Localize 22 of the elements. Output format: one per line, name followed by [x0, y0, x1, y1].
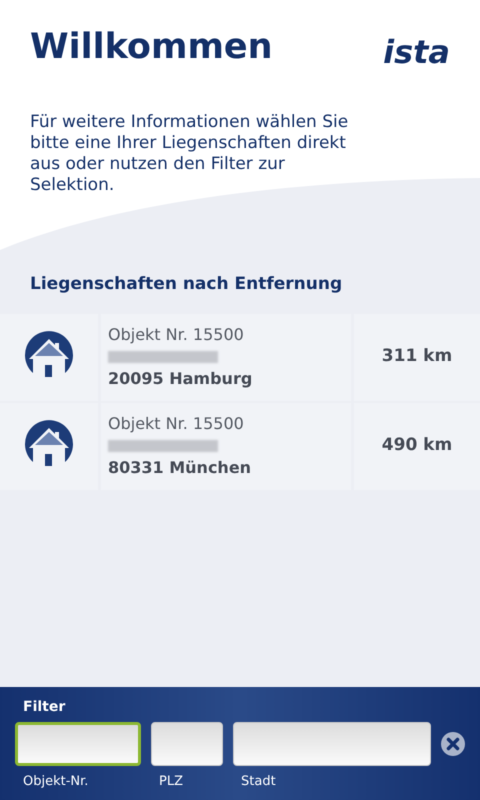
clear-icon[interactable]	[441, 732, 465, 756]
input-field[interactable]	[151, 722, 223, 766]
input-field[interactable]	[233, 722, 431, 766]
input-field[interactable]	[15, 722, 141, 766]
intro-text: Für weitere Informationen wählen Sie bitte eine Ihrer Liegenschaften direkt aus oder nutzen den Filter zur Selektion.	[29, 112, 350, 196]
list-cell[interactable]: Objekt Nr. 15500 80331 München	[101, 402, 351, 490]
filter-title: Filter	[22, 698, 66, 717]
object-number: Objekt Nr. 15500	[108, 324, 245, 346]
field-label: Objekt-Nr.	[22, 773, 90, 791]
city-text: 20095 Hamburg	[108, 368, 254, 390]
list-cell[interactable]: Objekt Nr. 15500 20095 Hamburg	[101, 314, 351, 400]
list-cell[interactable]	[0, 402, 98, 490]
city-text: 80331 München	[108, 457, 252, 479]
logo: ista	[383, 32, 450, 73]
field-label: Stadt	[240, 773, 277, 791]
list-cell[interactable]	[0, 314, 98, 400]
distance-cell[interactable]: 490 km	[354, 402, 480, 490]
object-number: Objekt Nr. 15500	[108, 413, 245, 435]
field-label: PLZ	[158, 773, 184, 791]
page-title: Willkommen	[30, 26, 273, 69]
distance-cell[interactable]: 311 km	[354, 314, 480, 400]
section-title: Liegenschaften nach Entfernung	[29, 273, 344, 296]
